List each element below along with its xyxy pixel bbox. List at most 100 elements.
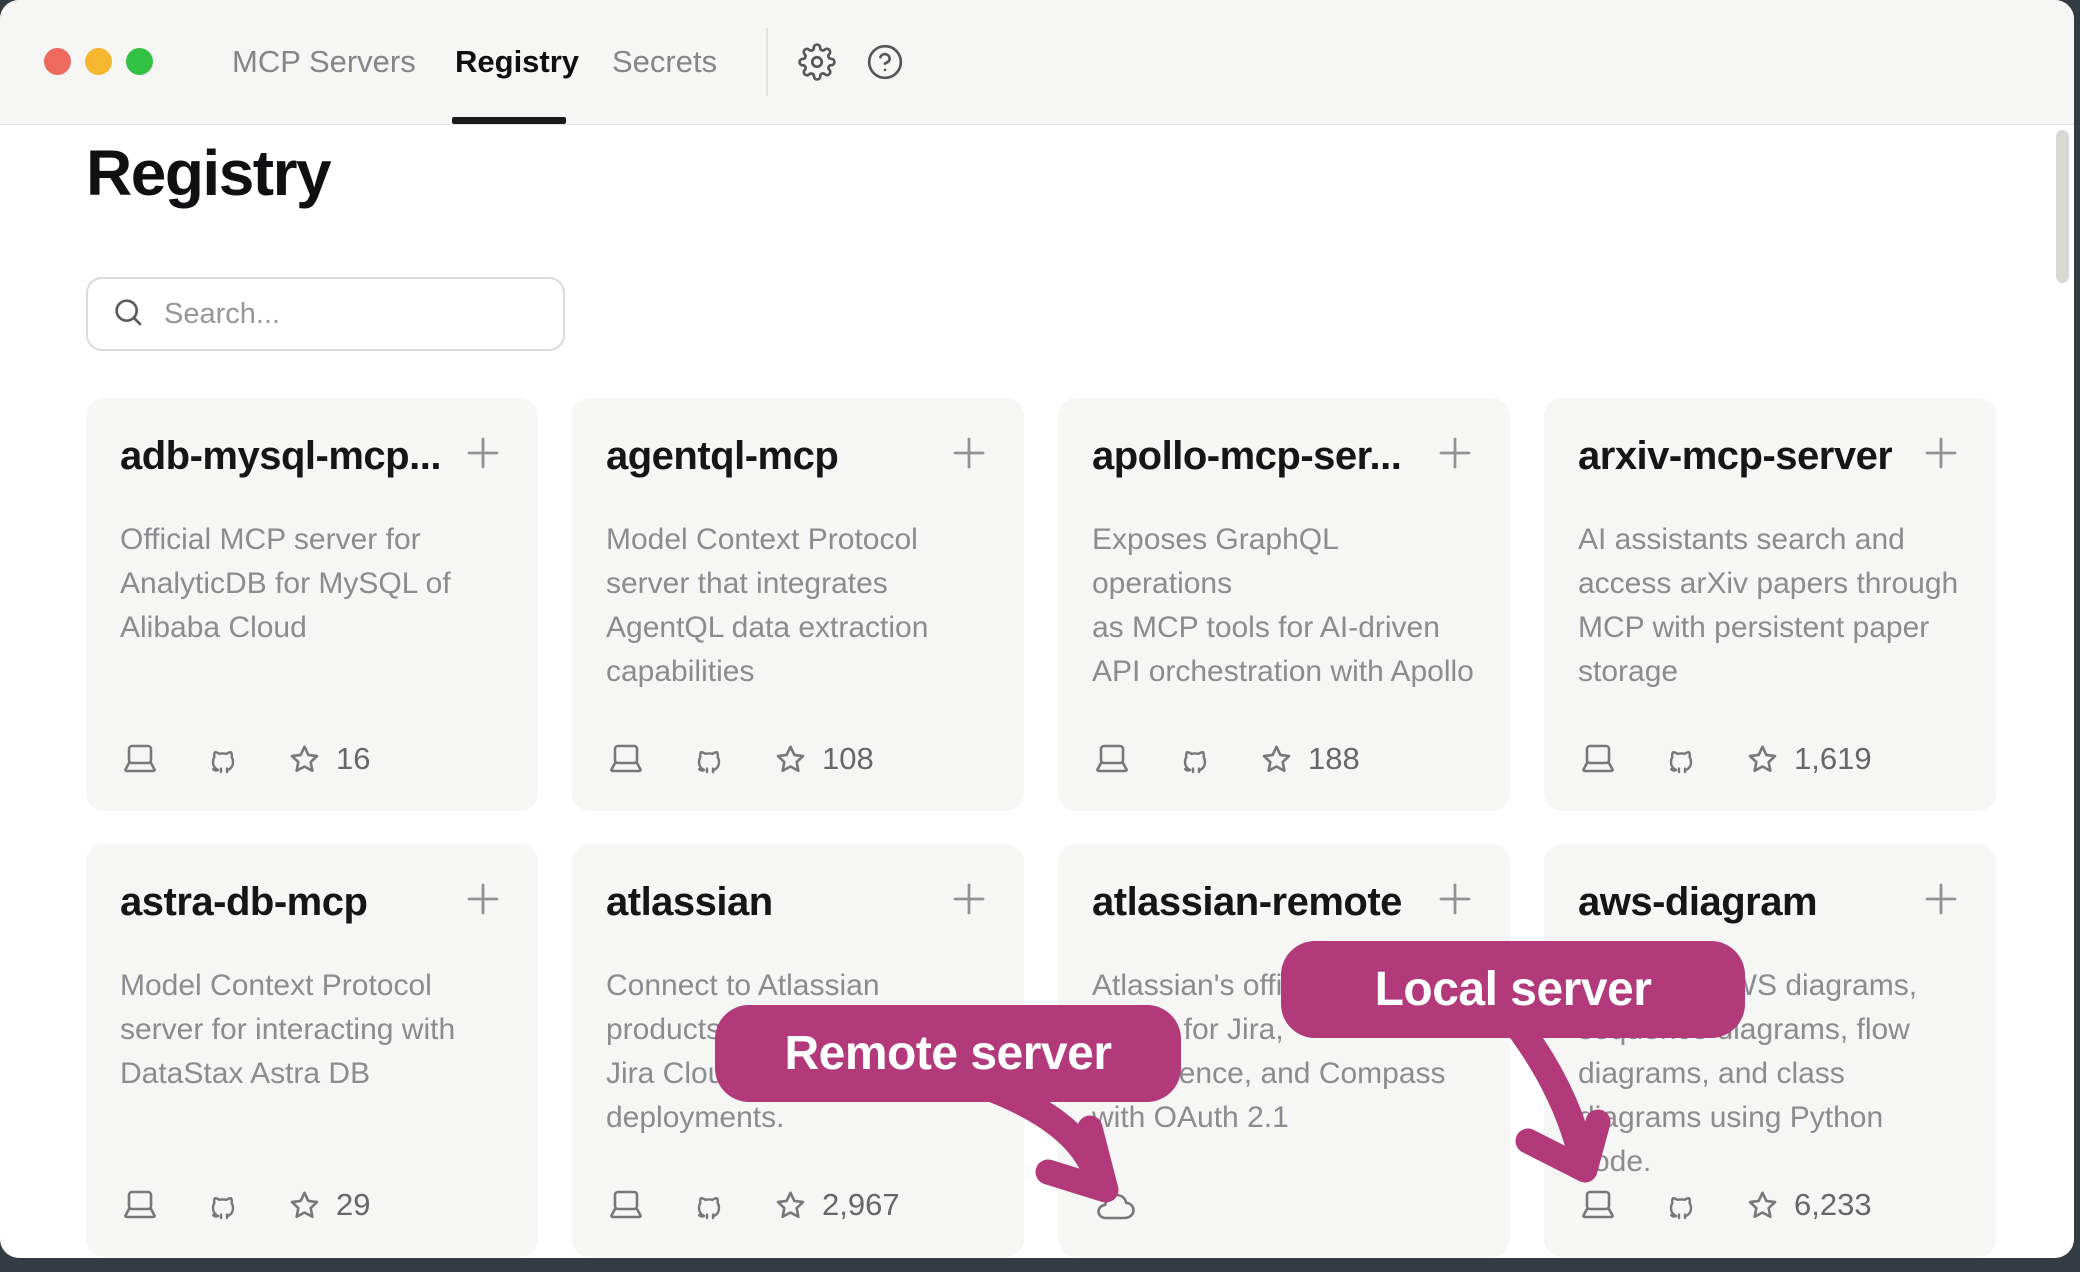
star-count: 2,967 xyxy=(822,1187,900,1223)
server-card[interactable]: apollo-mcp-ser... Exposes GraphQL operat… xyxy=(1058,398,1510,811)
server-name: astra-db-mcp xyxy=(120,878,367,926)
remote-server-callout: Remote server xyxy=(715,1005,1181,1102)
github-icon xyxy=(1664,742,1746,776)
server-card[interactable]: adb-mysql-mcp... Official MCP server for… xyxy=(86,398,538,811)
laptop-icon xyxy=(606,742,692,776)
plus-icon xyxy=(462,461,504,478)
plus-icon xyxy=(1920,461,1962,478)
close-window-button[interactable] xyxy=(44,48,71,75)
github-icon xyxy=(206,1188,288,1222)
server-description-line: MCP with persistent paper xyxy=(1578,606,1962,650)
server-name: adb-mysql-mcp... xyxy=(120,432,441,480)
card-header: atlassian xyxy=(606,878,990,926)
server-card-grid: adb-mysql-mcp... Official MCP server for… xyxy=(86,398,1996,1257)
add-server-button[interactable] xyxy=(948,878,990,920)
server-description-line: capabilities xyxy=(606,650,990,694)
server-description: Model Context Protocolserver for interac… xyxy=(120,964,504,1096)
card-footer: 29 xyxy=(120,1187,370,1223)
server-description: Official MCP server forAnalyticDB for My… xyxy=(120,518,504,650)
star-count: 29 xyxy=(336,1187,370,1223)
server-card[interactable]: arxiv-mcp-server AI assistants search an… xyxy=(1544,398,1996,811)
add-server-button[interactable] xyxy=(1920,432,1962,474)
server-description-line: access arXiv papers through xyxy=(1578,562,1962,606)
server-card[interactable]: agentql-mcp Model Context Protocolserver… xyxy=(572,398,1024,811)
github-icon xyxy=(1178,742,1260,776)
server-description-line: API orchestration with Apollo xyxy=(1092,650,1476,694)
settings-button[interactable] xyxy=(798,43,836,81)
star-count: 6,233 xyxy=(1794,1187,1872,1223)
search-box[interactable] xyxy=(86,277,565,351)
server-description-line: Model Context Protocol xyxy=(120,964,504,1008)
plus-icon xyxy=(948,461,990,478)
card-footer: 1,619 xyxy=(1578,741,1872,777)
server-description-line: Model Context Protocol xyxy=(606,518,990,562)
server-description: AI assistants search andaccess arXiv pap… xyxy=(1578,518,1962,694)
star-count: 16 xyxy=(336,741,370,777)
search-input[interactable] xyxy=(162,297,543,332)
titlebar-divider xyxy=(766,28,768,96)
screenshot-stage: MCP Servers Registry Secrets xyxy=(0,0,2080,1272)
server-description-line: AI assistants search and xyxy=(1578,518,1962,562)
server-description-line: server for interacting with xyxy=(120,1008,504,1052)
star-icon xyxy=(1260,743,1308,776)
tab-secrets[interactable]: Secrets xyxy=(612,0,717,124)
page-title: Registry xyxy=(86,136,330,210)
help-icon xyxy=(866,68,904,85)
laptop-icon xyxy=(120,742,206,776)
add-server-button[interactable] xyxy=(462,878,504,920)
server-description: Exposes GraphQL operationsas MCP tools f… xyxy=(1092,518,1476,694)
minimize-window-button[interactable] xyxy=(85,48,112,75)
server-description-line: as MCP tools for AI-driven xyxy=(1092,606,1476,650)
laptop-icon xyxy=(120,1188,206,1222)
star-count: 108 xyxy=(822,741,874,777)
tab-registry[interactable]: Registry xyxy=(455,0,579,124)
star-count: 1,619 xyxy=(1794,741,1872,777)
add-server-button[interactable] xyxy=(462,432,504,474)
local-server-callout: Local server xyxy=(1281,941,1745,1038)
laptop-icon xyxy=(1578,1188,1664,1222)
github-icon xyxy=(692,1188,774,1222)
server-description-line: DataStax Astra DB xyxy=(120,1052,504,1096)
server-card[interactable]: aws-diagram Generate AWS diagrams,sequen… xyxy=(1544,844,1996,1257)
server-card[interactable]: astra-db-mcp Model Context Protocolserve… xyxy=(86,844,538,1257)
card-footer: 108 xyxy=(606,741,874,777)
server-description-line: diagrams, and class xyxy=(1578,1052,1962,1096)
cloud-icon xyxy=(1092,1191,1138,1223)
search-icon xyxy=(112,296,144,333)
server-description-line: server that integrates xyxy=(606,562,990,606)
server-description-line: Connect to Atlassian xyxy=(606,964,990,1008)
add-server-button[interactable] xyxy=(1434,432,1476,474)
server-description-line: diagrams using Python code. xyxy=(1578,1096,1962,1184)
zoom-window-button[interactable] xyxy=(126,48,153,75)
card-footer: 16 xyxy=(120,741,370,777)
star-icon xyxy=(774,743,822,776)
add-server-button[interactable] xyxy=(1434,878,1476,920)
server-description-line: deployments. xyxy=(606,1096,990,1140)
server-description: Model Context Protocolserver that integr… xyxy=(606,518,990,694)
github-icon xyxy=(692,742,774,776)
server-name: aws-diagram xyxy=(1578,878,1817,926)
github-icon xyxy=(1664,1188,1746,1222)
server-name: arxiv-mcp-server xyxy=(1578,432,1892,480)
star-icon xyxy=(1746,743,1794,776)
card-footer xyxy=(1092,1191,1138,1223)
plus-icon xyxy=(462,907,504,924)
star-count: 188 xyxy=(1308,741,1360,777)
plus-icon xyxy=(1920,907,1962,924)
gear-icon xyxy=(798,68,836,85)
scrollbar-thumb[interactable] xyxy=(2056,130,2069,283)
card-header: apollo-mcp-ser... xyxy=(1092,432,1476,480)
tab-mcp-servers[interactable]: MCP Servers xyxy=(232,0,416,124)
server-name: atlassian xyxy=(606,878,773,926)
help-button[interactable] xyxy=(866,43,904,81)
github-icon xyxy=(206,742,288,776)
add-server-button[interactable] xyxy=(948,432,990,474)
card-header: atlassian-remote xyxy=(1092,878,1476,926)
server-description-line: AnalyticDB for MySQL of xyxy=(120,562,504,606)
laptop-icon xyxy=(1092,742,1178,776)
add-server-button[interactable] xyxy=(1920,878,1962,920)
star-icon xyxy=(774,1189,822,1222)
star-icon xyxy=(288,1189,336,1222)
plus-icon xyxy=(948,907,990,924)
star-icon xyxy=(1746,1189,1794,1222)
